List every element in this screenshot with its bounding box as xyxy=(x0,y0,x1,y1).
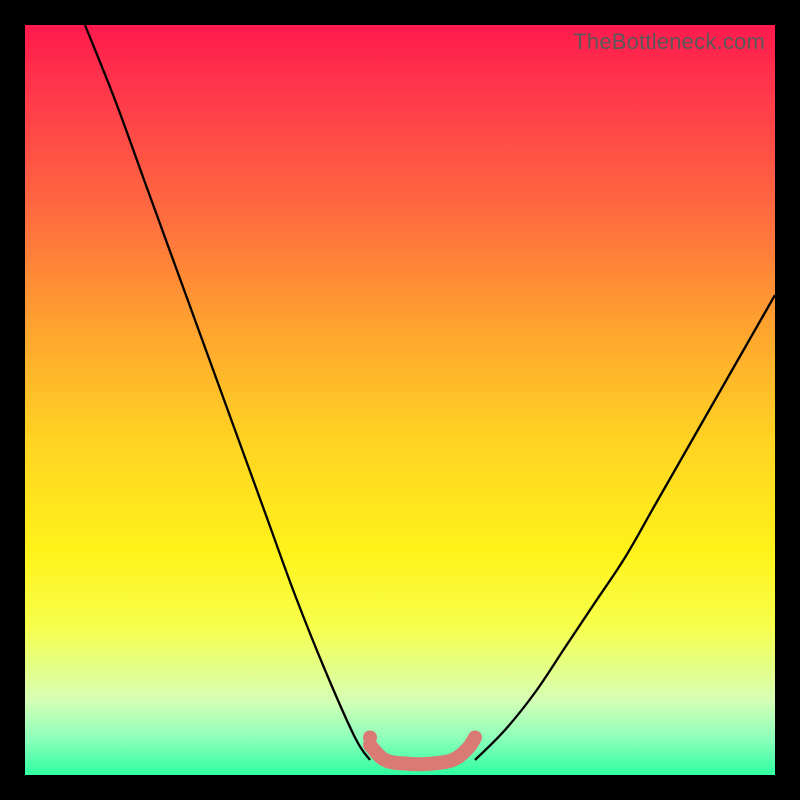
bottom-band xyxy=(370,738,475,765)
left-curve xyxy=(85,25,370,760)
chart-svg xyxy=(25,25,775,775)
band-dot-icon xyxy=(363,731,377,745)
chart-frame: TheBottleneck.com xyxy=(25,25,775,775)
right-curve xyxy=(475,295,775,760)
